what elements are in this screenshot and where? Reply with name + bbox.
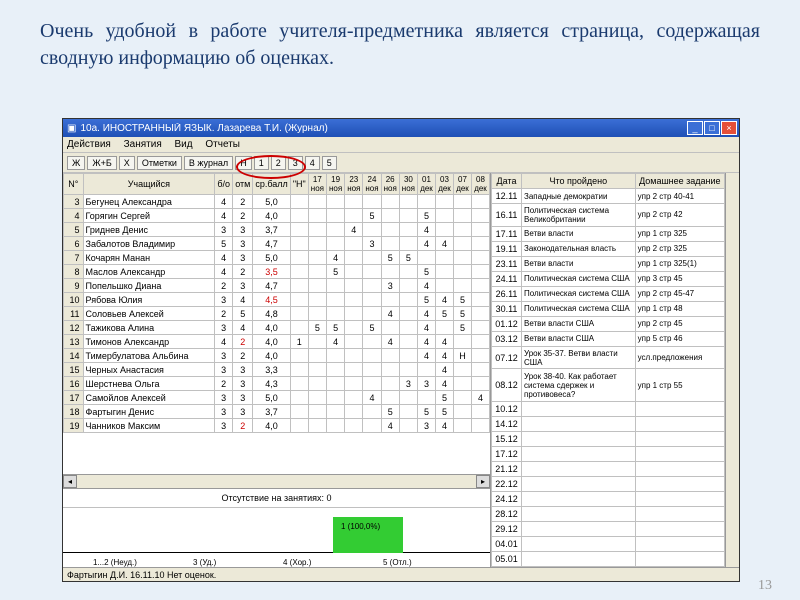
table-row[interactable]: 10Рябова Юлия344,5545	[64, 293, 490, 307]
table-row[interactable]: 17.11Ветви властиупр 1 стр 325	[492, 226, 725, 241]
table-row[interactable]: 9Попельшко Диана234,734	[64, 279, 490, 293]
absence-summary: Отсутствие на занятиях: 0	[63, 488, 490, 507]
table-row[interactable]: 07.12Урок 35-37. Ветви власти СШАусл.пре…	[492, 346, 725, 369]
chart-cat-3: 4 (Хор.)	[283, 558, 311, 567]
table-row[interactable]: 22.12	[492, 476, 725, 491]
table-row[interactable]: 13Тимонов Александр424,014444	[64, 335, 490, 349]
menubar[interactable]: Действия Занятия Вид Отчеты	[63, 137, 739, 153]
minimize-button[interactable]: _	[687, 121, 703, 135]
table-row[interactable]: 3Бегунец Александра425,0	[64, 195, 490, 209]
table-row[interactable]: 16.11Политическая система Великобритании…	[492, 204, 725, 227]
tb-bold[interactable]: Ж	[67, 156, 85, 170]
titlebar[interactable]: ▣ 10а. ИНОСТРАННЫЙ ЯЗЫК. Лазарева Т.И. (…	[63, 119, 739, 137]
table-row[interactable]: 8Маслов Александр423,555	[64, 265, 490, 279]
chart-cat-1: 1...2 (Неуд.)	[93, 558, 137, 567]
tb-marks[interactable]: Отметки	[137, 156, 182, 170]
table-row[interactable]: 14.12	[492, 416, 725, 431]
table-row[interactable]: 18Фартыгин Денис333,7555	[64, 405, 490, 419]
table-row[interactable]: 24.11Политическая система СШАупр 3 стр 4…	[492, 271, 725, 286]
table-row[interactable]: 14Тимербулатова Альбина324,044Н	[64, 349, 490, 363]
slide-title: Очень удобной в работе учителя-предметни…	[0, 0, 800, 82]
table-row[interactable]: 28.12	[492, 506, 725, 521]
table-row[interactable]: 30.11Политическая система СШАупр 1 стр 4…	[492, 301, 725, 316]
tb-3[interactable]: 3	[288, 156, 303, 170]
table-row[interactable]: 23.11Ветви властиупр 1 стр 325(1)	[492, 256, 725, 271]
table-row[interactable]: 15Черных Анастасия333,34	[64, 363, 490, 377]
h-scrollbar[interactable]: ◂ ▸	[63, 474, 490, 488]
close-button[interactable]: ×	[721, 121, 737, 135]
tb-n[interactable]: Н	[235, 156, 252, 170]
table-row[interactable]: 29.12	[492, 521, 725, 536]
tb-x[interactable]: X	[119, 156, 135, 170]
table-row[interactable]: 17.12	[492, 446, 725, 461]
table-row[interactable]: 05.01	[492, 551, 725, 566]
grade-chart: 1 (100,0%) 1...2 (Неуд.) 3 (Уд.) 4 (Хор.…	[63, 507, 490, 567]
table-row[interactable]: 19.11Законодательная властьупр 2 стр 325	[492, 241, 725, 256]
page-number: 13	[758, 578, 772, 594]
maximize-button[interactable]: □	[704, 121, 720, 135]
table-row[interactable]: 12Тажикова Алина344,055545	[64, 321, 490, 335]
tb-2[interactable]: 2	[271, 156, 286, 170]
table-row[interactable]: 5Гриднев Денис333,744	[64, 223, 490, 237]
table-row[interactable]: 10.12	[492, 401, 725, 416]
window-title: 10а. ИНОСТРАННЫЙ ЯЗЫК. Лазарева Т.И. (Жу…	[80, 123, 687, 134]
table-row[interactable]: 4Горягин Сергей424,055	[64, 209, 490, 223]
table-row[interactable]: 12.11Западные демократииупр 2 стр 40-41	[492, 189, 725, 204]
menu-reports[interactable]: Отчеты	[205, 139, 240, 150]
menu-lessons[interactable]: Занятия	[124, 139, 162, 150]
table-row[interactable]: 6Забалотов Владимир534,7344	[64, 237, 490, 251]
scroll-left-icon[interactable]: ◂	[63, 475, 77, 488]
table-row[interactable]: 7Кочарян Манан435,0455	[64, 251, 490, 265]
tb-1[interactable]: 1	[254, 156, 269, 170]
table-row[interactable]: 03.12Ветви власти СШАупр 5 стр 46	[492, 331, 725, 346]
app-icon: ▣	[67, 123, 76, 134]
table-row[interactable]: 26.11Политическая система СШАупр 2 стр 4…	[492, 286, 725, 301]
table-row[interactable]: 01.12Ветви власти СШАупр 2 стр 45	[492, 316, 725, 331]
table-row[interactable]: 15.12	[492, 431, 725, 446]
lessons-grid[interactable]: ДатаЧто пройденоДомашнее задание12.11Зап…	[491, 173, 739, 567]
menu-actions[interactable]: Действия	[67, 139, 111, 150]
toolbar: Ж Ж+Б X Отметки В журнал Н 1 2 3 4 5	[63, 153, 739, 173]
tb-to-journal[interactable]: В журнал	[184, 156, 233, 170]
table-row[interactable]: 21.12	[492, 461, 725, 476]
tb-5[interactable]: 5	[322, 156, 337, 170]
chart-cat-2: 3 (Уд.)	[193, 558, 216, 567]
table-row[interactable]: 04.01	[492, 536, 725, 551]
students-grid[interactable]: N°Учащийсяб/оотмср.балл"Н"17ноя19ноя23но…	[63, 173, 490, 474]
tb-bold-b[interactable]: Ж+Б	[87, 156, 116, 170]
table-row[interactable]: 19Чанников Максим324,0434	[64, 419, 490, 433]
chart-bar-label: 1 (100,0%)	[341, 522, 380, 531]
tb-4[interactable]: 4	[305, 156, 320, 170]
v-scrollbar[interactable]	[725, 173, 739, 567]
chart-cat-4: 5 (Отл.)	[383, 558, 412, 567]
app-window: ▣ 10а. ИНОСТРАННЫЙ ЯЗЫК. Лазарева Т.И. (…	[62, 118, 740, 582]
statusbar: Фартыгин Д.И. 16.11.10 Нет оценок.	[63, 567, 739, 581]
menu-view[interactable]: Вид	[175, 139, 193, 150]
lessons-pane: ДатаЧто пройденоДомашнее задание12.11Зап…	[491, 173, 739, 567]
table-row[interactable]: 08.12Урок 38-40. Как работает система сд…	[492, 369, 725, 401]
table-row[interactable]: 24.12	[492, 491, 725, 506]
table-row[interactable]: 16Шерстнева Ольга234,3334	[64, 377, 490, 391]
students-pane: N°Учащийсяб/оотмср.балл"Н"17ноя19ноя23но…	[63, 173, 491, 567]
table-row[interactable]: 17Самойлов Алексей335,0454	[64, 391, 490, 405]
scroll-right-icon[interactable]: ▸	[476, 475, 490, 488]
table-row[interactable]: 11Соловьев Алексей254,84455	[64, 307, 490, 321]
